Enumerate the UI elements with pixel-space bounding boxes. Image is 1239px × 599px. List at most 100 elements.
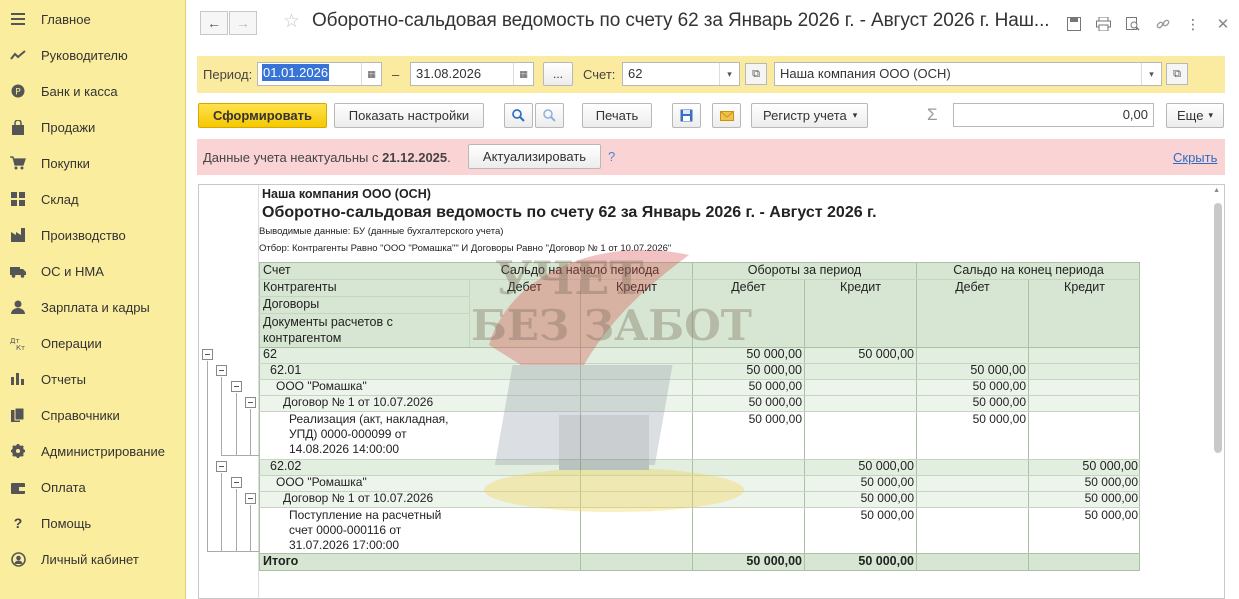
title-bar: ← → ☆ Оборотно-сальдовая ведомость по сч… <box>187 0 1239 48</box>
more-button[interactable]: Еще ▾ <box>1166 103 1224 128</box>
row-name: Договор № 1 от 10.07.2026 <box>283 395 434 409</box>
collapse-toggle[interactable] <box>245 397 256 408</box>
help-icon[interactable]: ? <box>608 149 615 164</box>
search-button[interactable] <box>504 103 533 128</box>
generate-button[interactable]: Сформировать <box>198 103 327 128</box>
svg-text:Р: Р <box>15 88 21 98</box>
turnover-debit: 50 000,00 <box>746 363 802 377</box>
star-icon[interactable]: ☆ <box>283 10 300 33</box>
menu-icon <box>8 13 28 25</box>
search-clear-button[interactable] <box>535 103 564 128</box>
sidebar-item-main[interactable]: Главное <box>0 1 186 37</box>
sidebar-item-director[interactable]: Руководителю <box>0 37 186 73</box>
wallet-icon <box>8 481 28 494</box>
calendar-icon[interactable]: ▦ <box>361 63 381 85</box>
calendar-icon[interactable]: ▦ <box>513 63 533 85</box>
sidebar-item-salary[interactable]: Зарплата и кадры <box>0 289 186 325</box>
save-report-button[interactable] <box>672 103 701 128</box>
link-icon[interactable] <box>1152 13 1174 35</box>
sidebar-item-purchases[interactable]: Покупки <box>0 145 186 181</box>
row-name: ООО "Ромашка" <box>276 475 367 489</box>
sidebar-item-sales[interactable]: Продажи <box>0 109 186 145</box>
header-opening-debit: Дебет <box>507 280 542 294</box>
row-name: Поступление на расчетный счет 0000-00011… <box>289 508 441 553</box>
sidebar-item-label: Покупки <box>41 155 90 171</box>
dropdown-icon[interactable]: ▾ <box>1141 63 1161 85</box>
send-email-button[interactable] <box>712 103 741 128</box>
register-dropdown[interactable]: Регистр учета ▾ <box>751 103 868 128</box>
sidebar-item-label: Помощь <box>41 515 92 531</box>
sidebar-item-account[interactable]: Личный кабинет <box>0 541 186 577</box>
account-field[interactable]: 62 ▾ <box>622 62 740 86</box>
grid-line <box>259 475 1140 476</box>
account-value: 62 <box>628 66 643 81</box>
sidebar-item-label: Справочники <box>41 407 120 423</box>
stale-data-alert: Данные учета неактуальны с 21.12.2025. А… <box>197 139 1225 175</box>
sidebar-item-warehouse[interactable]: Склад <box>0 181 186 217</box>
close-icon[interactable]: ✕ <box>1212 13 1234 35</box>
sum-field: 0,00 <box>953 103 1154 127</box>
row-name: 62.01 <box>270 363 302 377</box>
show-settings-button[interactable]: Показать настройки <box>334 103 484 128</box>
sidebar-item-fixed-assets[interactable]: ОС и НМА <box>0 253 186 289</box>
hide-link[interactable]: Скрыть <box>1173 150 1217 165</box>
sidebar-item-admin[interactable]: Администрирование <box>0 433 186 469</box>
period-select-button[interactable]: ... <box>543 62 573 86</box>
sidebar-item-reports[interactable]: Отчеты <box>0 361 186 397</box>
account-label: Счет: <box>583 67 616 82</box>
period-from-field[interactable]: 01.01.2026 ▦ <box>257 62 382 86</box>
collapse-toggle[interactable] <box>216 365 227 376</box>
vertical-scrollbar[interactable] <box>1214 203 1222 453</box>
print-icon[interactable] <box>1092 13 1114 35</box>
grid-line <box>1028 279 1029 570</box>
report-company: Наша компания ООО (ОСН) <box>262 187 431 201</box>
header-account: Счет <box>263 263 291 277</box>
back-button[interactable]: ← <box>200 11 228 35</box>
header-counterparties: Контрагенты <box>263 280 337 294</box>
alert-text: Данные учета неактуальны с <box>203 150 379 165</box>
closing-debit: 50 000,00 <box>970 363 1026 377</box>
period-panel: Период: 01.01.2026 ▦ – 31.08.2026 ▦ ... … <box>197 56 1225 93</box>
account-icon <box>8 551 28 567</box>
sidebar-item-catalogs[interactable]: Справочники <box>0 397 186 433</box>
open-account-button[interactable]: ⧉ <box>745 63 767 85</box>
tree-line <box>236 393 237 455</box>
tree-line <box>250 409 251 455</box>
row-name: 62 <box>263 347 277 361</box>
sidebar-item-payment[interactable]: Оплата <box>0 469 186 505</box>
open-company-button[interactable]: ⧉ <box>1166 63 1188 85</box>
sidebar-item-help[interactable]: ? Помощь <box>0 505 186 541</box>
sidebar-item-production[interactable]: Производство <box>0 217 186 253</box>
envelope-icon <box>719 110 734 121</box>
tree-line <box>236 489 237 551</box>
closing-credit: 50 000,00 <box>1082 459 1138 473</box>
dropdown-icon[interactable]: ▾ <box>719 63 739 85</box>
dt-kt-icon: Дт Кт <box>8 336 28 350</box>
sidebar-item-bank[interactable]: Р Банк и касса <box>0 73 186 109</box>
print-button[interactable]: Печать <box>582 103 652 128</box>
collapse-toggle[interactable] <box>216 461 227 472</box>
person-icon <box>8 300 28 314</box>
header-turnover-debit: Дебет <box>731 280 766 294</box>
row-name: Договор № 1 от 10.07.2026 <box>283 491 434 505</box>
row-name: ООО "Ромашка" <box>276 379 367 393</box>
company-field[interactable]: Наша компания ООО (ОСН) ▾ <box>774 62 1162 86</box>
save-icon[interactable] <box>1063 13 1085 35</box>
open-icon: ⧉ <box>1173 67 1181 80</box>
grid-line <box>259 296 469 297</box>
collapse-toggle[interactable] <box>202 349 213 360</box>
sum-icon: Σ <box>927 105 938 124</box>
scroll-up-arrow[interactable]: ▲ <box>1213 187 1220 194</box>
update-button[interactable]: Актуализировать <box>468 144 601 169</box>
forward-button[interactable]: → <box>229 11 257 35</box>
grid-line <box>259 459 1140 460</box>
sidebar-item-operations[interactable]: Дт Кт Операции <box>0 325 186 361</box>
row-name-line: Поступление на расчетный <box>289 508 442 522</box>
collapse-toggle[interactable] <box>231 477 242 488</box>
sidebar-item-label: Руководителю <box>41 47 128 63</box>
collapse-toggle[interactable] <box>231 381 242 392</box>
preview-icon[interactable] <box>1122 13 1144 35</box>
collapse-toggle[interactable] <box>245 493 256 504</box>
period-to-field[interactable]: 31.08.2026 ▦ <box>410 62 534 86</box>
more-vert-icon[interactable]: ⋮ <box>1182 13 1204 35</box>
